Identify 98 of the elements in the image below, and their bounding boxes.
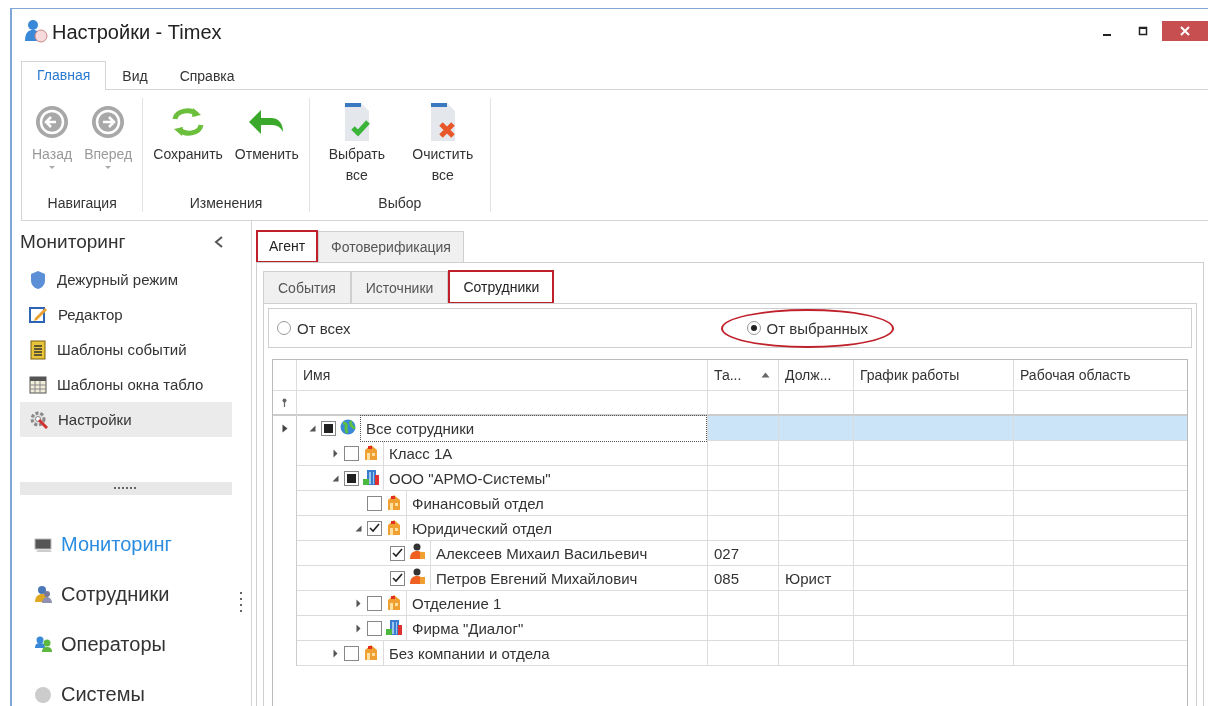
table-cell: Отделение 1 <box>406 591 707 615</box>
person-icon <box>409 543 426 560</box>
arrow-right-icon <box>91 105 126 139</box>
table-cell: Финансовый отдел <box>406 491 707 515</box>
sidebar-item[interactable]: Настройки <box>20 402 232 438</box>
group-label: Выбор <box>377 194 423 212</box>
table-cell: ООО "АРМО-Системы" <box>383 466 707 490</box>
checkbox[interactable] <box>367 520 382 536</box>
close-icon <box>1180 26 1190 36</box>
maximize-icon <box>1138 26 1148 36</box>
checkbox[interactable] <box>390 545 405 561</box>
collapsed-icon[interactable] <box>355 598 361 608</box>
sidebar-title: Мониторинг <box>20 230 126 253</box>
column-header[interactable]: Та... <box>708 360 779 391</box>
table-cell: 085 <box>708 566 779 591</box>
ribbon-button[interactable]: Выбрать все <box>315 98 398 194</box>
radio-label[interactable]: От выбранных <box>766 319 869 337</box>
minimize-icon <box>1103 34 1111 36</box>
checkbox[interactable] <box>390 570 405 586</box>
arrow-left-icon <box>35 105 70 139</box>
ribbon-tab[interactable]: Справка <box>163 62 251 90</box>
table-cell <box>708 416 779 441</box>
collapsed-icon[interactable] <box>355 623 361 633</box>
gear-icon <box>29 410 48 430</box>
radio-button[interactable] <box>277 321 291 335</box>
document-list-icon <box>29 339 47 360</box>
collapsed-icon[interactable] <box>332 448 338 458</box>
checkbox[interactable] <box>367 620 382 636</box>
building-icon <box>363 443 379 460</box>
expanded-icon[interactable] <box>331 474 339 482</box>
radio-option[interactable]: От всех <box>251 308 377 348</box>
table-cell: Без компании и отдела <box>383 641 707 665</box>
ribbon-tab[interactable]: Вид <box>106 62 164 90</box>
grip-dots-icon <box>112 486 139 491</box>
row-pointer-icon <box>282 424 288 433</box>
table-cell: 027 <box>708 541 779 566</box>
table-cell: Петров Евгений Михайлович <box>430 566 707 590</box>
group-label: Изменения <box>188 194 264 212</box>
tab[interactable]: Фотоверификация <box>318 231 464 263</box>
column-header[interactable]: Рабочая область <box>1014 360 1187 391</box>
tab[interactable]: Сотрудники <box>448 270 555 304</box>
checkbox[interactable] <box>367 595 382 611</box>
building-icon <box>386 518 402 535</box>
sidebar-item[interactable]: Дежурный режим <box>20 262 232 298</box>
people-icon <box>34 634 53 654</box>
table-cell: Юридический отдел <box>406 516 707 540</box>
caret-icon <box>48 165 57 170</box>
expanded-icon[interactable] <box>308 425 316 432</box>
ribbon-button[interactable]: Очистить все <box>401 98 484 194</box>
table-cell: Класс 1А <box>383 441 707 465</box>
radio-button[interactable] <box>746 321 761 335</box>
checkbox[interactable] <box>344 645 359 661</box>
nav-item[interactable]: Сотрудники <box>20 569 232 619</box>
tab[interactable]: Источники <box>350 271 449 304</box>
radio-label[interactable]: От всех <box>297 319 351 337</box>
nav-item[interactable]: Системы <box>20 669 232 706</box>
shield-icon <box>29 269 47 290</box>
table-cell: Алексеев Михаил Васильевич <box>430 541 707 565</box>
tab[interactable]: Агент <box>256 230 319 263</box>
window-title: Настройки - Timex <box>52 20 222 44</box>
sidebar-item[interactable]: Редактор <box>20 297 232 333</box>
resize-grip-icon[interactable] <box>239 591 244 613</box>
checkbox[interactable] <box>367 495 382 511</box>
ribbon-button[interactable]: Отменить <box>230 98 303 194</box>
nav-item[interactable]: Мониторинг <box>20 519 232 569</box>
building-icon <box>386 618 402 635</box>
tab[interactable]: События <box>263 271 351 304</box>
table-icon <box>29 374 47 395</box>
column-header[interactable]: Долж... <box>779 360 854 391</box>
column-header[interactable]: График работы <box>854 360 1014 391</box>
building-icon <box>386 493 402 510</box>
building-icon <box>363 643 379 660</box>
nav-item[interactable]: Операторы <box>20 619 232 669</box>
pin-icon <box>281 398 288 407</box>
filter-cell[interactable] <box>297 391 708 416</box>
building-icon <box>363 468 379 485</box>
column-header[interactable]: Имя <box>297 360 708 391</box>
app-icon <box>24 18 48 43</box>
group-label: Навигация <box>46 194 118 212</box>
edit-icon <box>29 305 48 325</box>
close-button[interactable] <box>1162 21 1208 41</box>
expanded-icon[interactable] <box>354 524 362 532</box>
building-icon <box>386 593 402 610</box>
table-cell: Все сотрудники <box>360 415 707 442</box>
person-icon <box>409 568 426 585</box>
table-cell: Фирма "Диалог" <box>406 616 707 640</box>
ribbon-button[interactable]: Сохранить <box>149 98 227 194</box>
table-cell: Юрист <box>779 566 854 591</box>
sidebar-item[interactable]: Шаблоны событий <box>20 332 232 368</box>
radio-option[interactable]: От выбранных <box>720 308 895 348</box>
caret-icon <box>104 165 113 170</box>
collapse-button[interactable] <box>213 235 224 248</box>
ribbon-tab[interactable]: Главная <box>21 61 107 90</box>
checkbox[interactable] <box>344 445 359 461</box>
globe-icon <box>340 419 356 435</box>
collapsed-icon[interactable] <box>332 648 338 658</box>
sidebar-item[interactable]: Шаблоны окна табло <box>20 367 232 403</box>
people-icon <box>34 584 53 604</box>
